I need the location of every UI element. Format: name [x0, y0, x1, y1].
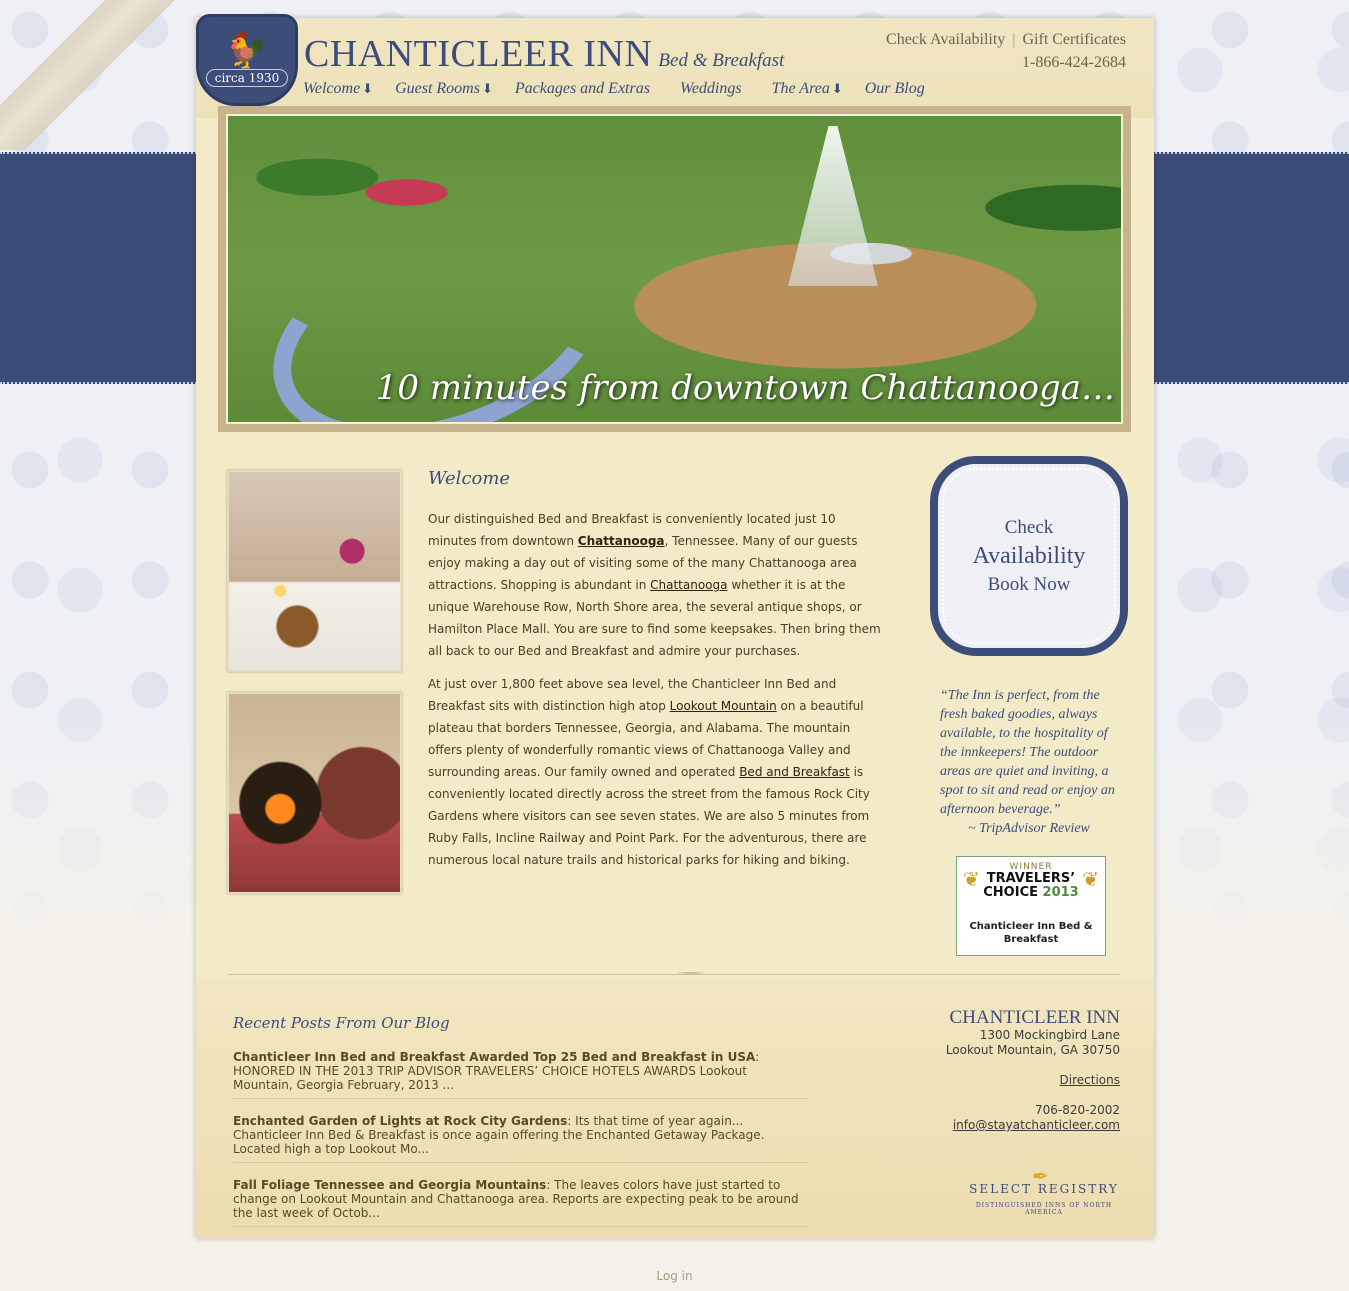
award-name: Chanticleer Inn Bed & Breakfast: [969, 921, 1093, 945]
select-registry-tagline: DISTINGUISHED INNS OF NORTH AMERICA: [975, 1202, 1113, 1216]
nav-weddings-label: Weddings: [679, 80, 742, 97]
spa-photo: [227, 470, 402, 672]
brand-subtitle: Bed & Breakfast: [658, 50, 785, 71]
nav-the-area-label: The Area: [771, 80, 830, 97]
award-year: 2013: [1042, 885, 1079, 900]
contact-phone[interactable]: 706-820-2002: [860, 1103, 1120, 1118]
header-phone[interactable]: 1-866-424-2684: [886, 54, 1126, 72]
review-source: ~ TripAdvisor Review: [968, 821, 1090, 836]
avail-line-1: Check: [1004, 516, 1054, 538]
feather-icon: ✒: [1032, 1164, 1049, 1188]
brand[interactable]: CHANTICLEER INN Bed & Breakfast: [304, 32, 784, 76]
ribbon-decoration: [0, 0, 200, 150]
hero-image: 10 minutes from downtown Chattanooga…: [226, 114, 1123, 424]
link-separator: |: [1012, 31, 1016, 48]
chattanooga-link-2[interactable]: Chattanooga: [650, 578, 727, 592]
nav-welcome-label: Welcome: [303, 80, 361, 97]
contact-info: CHANTICLEER INN 1300 Mockingbird Lane Lo…: [860, 1008, 1120, 1133]
email-link[interactable]: info@stayatchanticleer.com: [953, 1118, 1120, 1132]
review-text: “The Inn is perfect, from the fresh bake…: [940, 688, 1115, 817]
blog-post[interactable]: Enchanted Garden of Lights at Rock City …: [233, 1114, 808, 1163]
blog-post[interactable]: Chanticleer Inn Bed and Breakfast Awarde…: [233, 1050, 808, 1099]
review-quote: “The Inn is perfect, from the fresh bake…: [940, 686, 1125, 838]
contact-street: 1300 Mockingbird Lane: [979, 1028, 1120, 1042]
travelers-choice-badge[interactable]: ❦ ❦ WINNER TRAVELERS’ CHOICE 2013 Chanti…: [956, 856, 1106, 956]
avail-line-2: Availability: [972, 542, 1086, 569]
arrow-down-icon: ⬇: [481, 81, 493, 96]
nav-our-blog[interactable]: Our Blog: [865, 80, 925, 98]
hero-fountain: [788, 126, 878, 286]
lookout-mountain-link[interactable]: Lookout Mountain: [670, 699, 777, 713]
contact-name: CHANTICLEER INN: [949, 1007, 1120, 1028]
nav-guest-rooms[interactable]: Guest Rooms ⬇: [395, 80, 493, 98]
gift-certificates-link[interactable]: Gift Certificates: [1022, 31, 1126, 48]
nav-guest-rooms-label: Guest Rooms: [395, 80, 480, 97]
welcome-title: Welcome: [428, 468, 511, 489]
brand-name: CHANTICLEER INN: [304, 33, 653, 75]
check-availability-button[interactable]: Check Availability Book Now: [930, 456, 1128, 656]
logo-circa-text: circa 1930: [205, 69, 289, 87]
recent-posts-title: Recent Posts From Our Blog: [233, 1014, 450, 1032]
welcome-paragraph-2: At just over 1,800 feet above sea level,…: [428, 673, 883, 871]
blog-post[interactable]: Fall Foliage Tennessee and Georgia Mount…: [233, 1178, 808, 1227]
laurel-left-icon: ❦: [963, 867, 980, 891]
nav-the-area[interactable]: The Area ⬇: [772, 80, 843, 98]
check-availability-link[interactable]: Check Availability: [886, 31, 1005, 48]
directions-link[interactable]: Directions: [1060, 1073, 1120, 1087]
blog-post-title[interactable]: Enchanted Garden of Lights at Rock City …: [233, 1114, 567, 1128]
chattanooga-link[interactable]: Chattanooga: [578, 534, 665, 548]
blog-post-title[interactable]: Fall Foliage Tennessee and Georgia Mount…: [233, 1178, 546, 1192]
welcome-content: Welcome Our distinguished Bed and Breakf…: [428, 468, 883, 882]
logo[interactable]: 🐓 circa 1930: [196, 14, 298, 106]
fireplace-photo: [227, 692, 402, 894]
page-panel: 🐓 circa 1930 CHANTICLEER INN Bed & Breakf…: [196, 14, 1154, 1238]
hero-caption: 10 minutes from downtown Chattanooga…: [375, 368, 1115, 408]
bed-and-breakfast-link[interactable]: Bed and Breakfast: [739, 765, 850, 779]
select-registry-logo[interactable]: ✒ SELECT REGISTRY DISTINGUISHED INNS OF …: [964, 1164, 1124, 1216]
avail-line-3: Book Now: [987, 573, 1071, 595]
login-link[interactable]: Log in: [0, 1269, 1349, 1283]
nav-welcome[interactable]: Welcome ⬇: [303, 80, 373, 98]
arrow-down-icon: ⬇: [831, 81, 843, 96]
nav-our-blog-label: Our Blog: [864, 80, 925, 97]
nav-weddings[interactable]: Weddings: [680, 80, 742, 98]
welcome-paragraph-1: Our distinguished Bed and Breakfast is c…: [428, 508, 883, 662]
award-line-2: CHOICE: [983, 885, 1038, 900]
hero-frame: 10 minutes from downtown Chattanooga…: [218, 106, 1131, 432]
blog-post-title[interactable]: Chanticleer Inn Bed and Breakfast Awarde…: [233, 1050, 755, 1064]
recent-posts: Recent Posts From Our Blog Chanticleer I…: [233, 1014, 808, 1242]
top-links: Check Availability | Gift Certificates 1-8…: [886, 31, 1126, 72]
laurel-right-icon: ❦: [1082, 867, 1099, 891]
nav-packages[interactable]: Packages and Extras: [515, 80, 650, 98]
main-nav: Welcome ⬇ Guest Rooms ⬇ Packages and Extra…: [303, 80, 947, 98]
nav-packages-label: Packages and Extras: [514, 80, 650, 97]
divider-ornament: [616, 968, 766, 978]
rooster-icon: 🐓: [225, 31, 269, 71]
contact-city: Lookout Mountain, GA 30750: [945, 1043, 1120, 1057]
text: is conveniently located directly across …: [428, 765, 870, 867]
arrow-down-icon: ⬇: [362, 81, 374, 96]
